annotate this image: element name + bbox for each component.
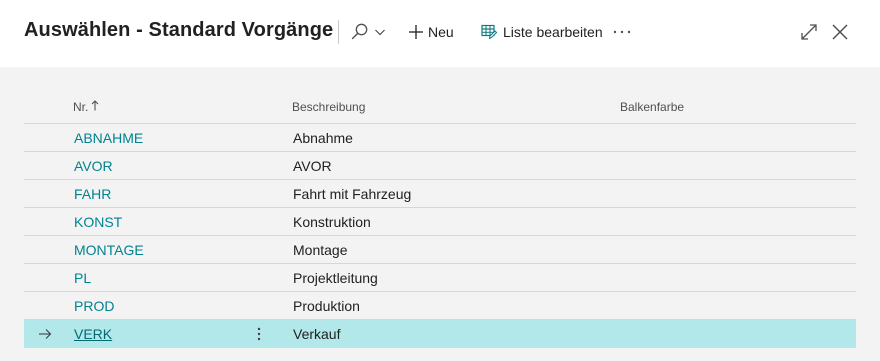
more-actions-button[interactable] <box>613 20 631 44</box>
row-nr-link[interactable]: MONTAGE <box>74 242 144 258</box>
search-icon <box>350 22 370 42</box>
list-grid: Nr. Beschreibung Balkenfarbe ABNAHME Abn… <box>24 88 856 348</box>
column-header-description[interactable]: Beschreibung <box>292 100 365 114</box>
row-nr-link[interactable]: FAHR <box>74 186 111 202</box>
grid-header: Nr. Beschreibung Balkenfarbe <box>24 88 856 124</box>
table-row-selected[interactable]: VERK Verkauf <box>24 320 856 348</box>
row-nr-link[interactable]: ABNAHME <box>74 130 143 146</box>
toolbar-divider <box>338 20 339 44</box>
new-button-label: Neu <box>428 24 454 40</box>
row-description: Fahrt mit Fahrzeug <box>293 186 412 202</box>
row-nr-link[interactable]: VERK <box>74 326 112 342</box>
table-row[interactable]: MONTAGE Montage <box>24 236 856 264</box>
expand-button[interactable] <box>800 20 818 44</box>
edit-list-button[interactable]: Liste bearbeiten <box>481 20 603 44</box>
sort-ascending-icon <box>91 100 99 114</box>
row-description: Produktion <box>293 298 360 314</box>
row-description: Verkauf <box>293 326 341 342</box>
row-description: Projektleitung <box>293 270 378 286</box>
arrow-right-icon <box>38 327 52 343</box>
row-nr-link[interactable]: PL <box>74 270 91 286</box>
page-title: Auswählen - Standard Vorgänge <box>24 19 334 41</box>
column-header-bar-color[interactable]: Balkenfarbe <box>620 100 684 114</box>
row-description: Montage <box>293 242 348 258</box>
vertical-ellipsis-icon[interactable] <box>256 326 262 345</box>
new-button[interactable]: Neu <box>408 20 454 44</box>
row-nr-link[interactable]: KONST <box>74 214 122 230</box>
table-row[interactable]: AVOR AVOR <box>24 152 856 180</box>
column-header-nr[interactable]: Nr. <box>73 100 99 114</box>
edit-list-label: Liste bearbeiten <box>503 24 603 40</box>
edit-list-icon <box>481 24 497 40</box>
close-icon <box>831 23 849 41</box>
column-header-nr-label: Nr. <box>73 100 89 114</box>
row-nr-link[interactable]: PROD <box>74 298 114 314</box>
table-row[interactable]: PL Projektleitung <box>24 264 856 292</box>
search-button[interactable] <box>350 20 386 44</box>
expand-icon <box>800 23 818 41</box>
chevron-down-icon <box>374 26 386 38</box>
plus-icon <box>408 24 424 40</box>
row-description: Konstruktion <box>293 214 371 230</box>
more-icon <box>613 29 631 35</box>
dialog-header: Auswählen - Standard Vorgänge Neu Liste … <box>0 0 880 67</box>
table-row[interactable]: FAHR Fahrt mit Fahrzeug <box>24 180 856 208</box>
row-description: Abnahme <box>293 130 353 146</box>
row-description: AVOR <box>293 158 332 174</box>
table-row[interactable]: KONST Konstruktion <box>24 208 856 236</box>
close-button[interactable] <box>831 20 849 44</box>
table-row[interactable]: ABNAHME Abnahme <box>24 124 856 152</box>
row-nr-link[interactable]: AVOR <box>74 158 113 174</box>
table-row[interactable]: PROD Produktion <box>24 292 856 320</box>
